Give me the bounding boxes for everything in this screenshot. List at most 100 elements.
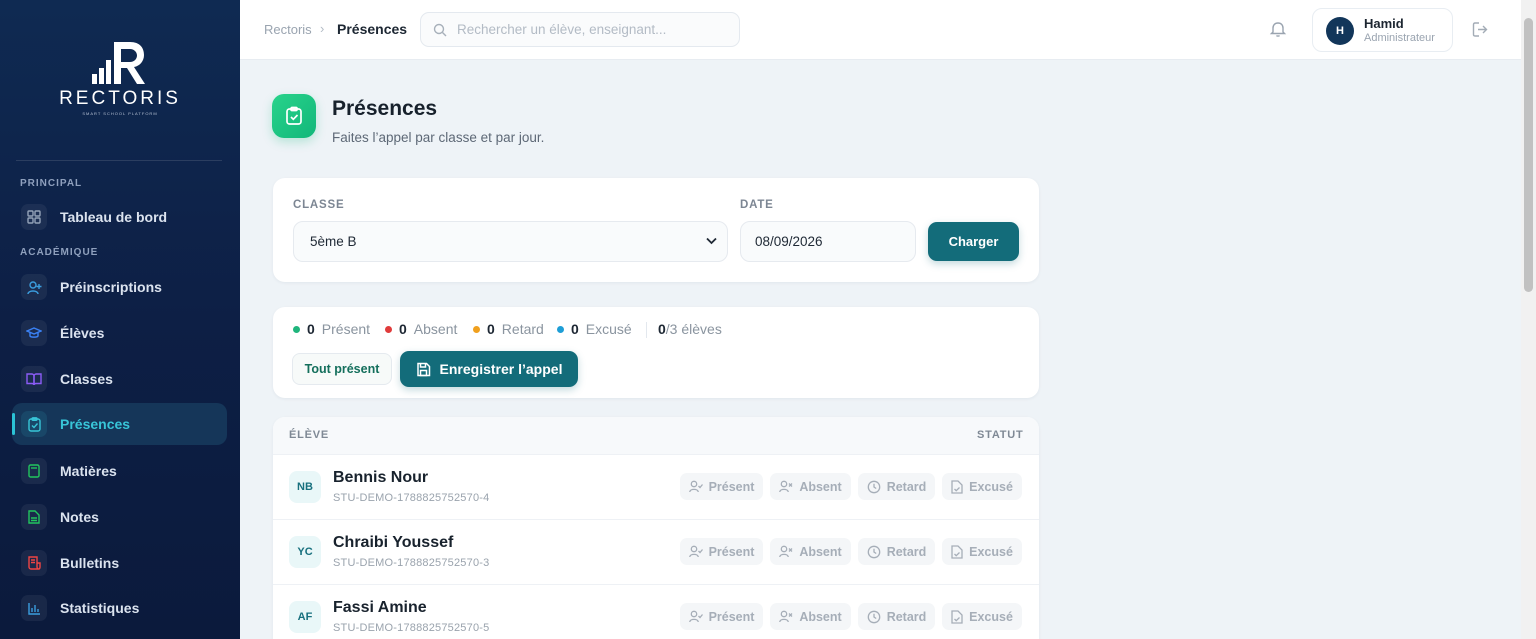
sidebar-item-label: Statistiques xyxy=(60,600,140,616)
status-label: Retard xyxy=(886,609,927,624)
status-late-button[interactable]: Retard xyxy=(858,603,935,630)
topbar: Rectoris › Présences H Hamid Administrat… xyxy=(240,0,1521,60)
stat-absent: 0 Absent xyxy=(385,321,457,337)
sidebar-item-bulletins[interactable]: Bulletins xyxy=(12,542,227,584)
status-present-button[interactable]: Présent xyxy=(680,538,763,565)
file-check-icon xyxy=(951,544,963,559)
stat-total: 0 /3 élèves xyxy=(658,321,722,337)
date-input[interactable]: 08/09/2026 xyxy=(740,221,916,262)
receipt-icon xyxy=(21,550,47,576)
sidebar-item-notes[interactable]: Notes xyxy=(12,496,227,538)
page-subtitle: Faites l’appel par classe et par jour. xyxy=(332,130,545,145)
status-present-button[interactable]: Présent xyxy=(680,603,763,630)
student-initials: NB xyxy=(289,471,321,503)
book-open-icon xyxy=(21,366,47,392)
scrollbar-thumb[interactable] xyxy=(1524,18,1533,292)
user-menu[interactable]: H Hamid Administrateur xyxy=(1312,8,1453,52)
sidebar-item-matieres[interactable]: Matières xyxy=(12,450,227,492)
row-divider xyxy=(273,584,1039,585)
col-header-student: ÉLÈVE xyxy=(289,429,330,441)
user-check-icon xyxy=(688,480,703,493)
status-present-button[interactable]: Présent xyxy=(680,473,763,500)
clock-icon xyxy=(867,610,881,623)
logout-icon[interactable] xyxy=(1472,21,1489,38)
sidebar-item-eleves[interactable]: Élèves xyxy=(12,312,227,354)
sidebar-item-label: Classes xyxy=(60,371,113,387)
late-label: Retard xyxy=(501,321,544,337)
section-principal: PRINCIPAL xyxy=(20,178,83,189)
student-initials: AF xyxy=(289,601,321,633)
sidebar-item-label: Notes xyxy=(60,509,99,525)
status-label: Retard xyxy=(886,479,927,494)
search-box[interactable] xyxy=(420,12,740,47)
file-check-icon xyxy=(951,609,963,624)
student-initials: YC xyxy=(289,536,321,568)
status-excused-button[interactable]: Excusé xyxy=(942,538,1022,565)
class-select[interactable]: 5ème B xyxy=(293,221,728,262)
late-dot xyxy=(473,325,480,333)
status-absent-button[interactable]: Absent xyxy=(770,603,851,630)
breadcrumb-root[interactable]: Rectoris xyxy=(264,22,312,37)
total-text: /3 élèves xyxy=(665,321,722,337)
excused-label: Excusé xyxy=(585,321,632,337)
col-header-status: STATUT xyxy=(977,429,1024,441)
breadcrumb-separator: › xyxy=(320,21,325,36)
graduation-cap-icon xyxy=(21,320,47,346)
status-late-button[interactable]: Retard xyxy=(858,538,935,565)
save-attendance-label: Enregistrer l’appel xyxy=(439,361,563,377)
user-check-icon xyxy=(688,545,703,558)
sidebar-item-statistiques[interactable]: Statistiques xyxy=(12,587,227,629)
stat-late: 0 Retard xyxy=(473,321,544,337)
brand-logo[interactable]: RECTORIS SMART SCHOOL PLATFORM xyxy=(0,38,240,122)
sidebar-item-label: Élèves xyxy=(60,325,105,341)
sidebar-item-dashboard[interactable]: Tableau de bord xyxy=(12,196,227,238)
row-divider xyxy=(273,454,1039,455)
absent-count: 0 xyxy=(399,321,407,337)
sidebar-item-label: Tableau de bord xyxy=(60,209,168,225)
avatar: H xyxy=(1326,17,1354,45)
logo-mark-icon xyxy=(92,42,145,84)
status-late-button[interactable]: Retard xyxy=(858,473,935,500)
clipboard-check-icon xyxy=(21,411,47,437)
brand-tagline: SMART SCHOOL PLATFORM xyxy=(82,111,158,116)
dashboard-icon xyxy=(21,204,47,230)
load-button[interactable]: Charger xyxy=(928,222,1019,261)
status-absent-button[interactable]: Absent xyxy=(770,473,851,500)
save-attendance-button[interactable]: Enregistrer l’appel xyxy=(400,351,578,387)
brand-name: RECTORIS xyxy=(59,88,181,109)
status-label: Absent xyxy=(799,609,842,624)
sidebar-item-label: Préinscriptions xyxy=(60,279,162,295)
present-count: 0 xyxy=(307,321,315,337)
present-label: Présent xyxy=(321,321,371,337)
section-academique: ACADÉMIQUE xyxy=(20,247,99,258)
status-label: Retard xyxy=(886,544,927,559)
status-excused-button[interactable]: Excusé xyxy=(942,603,1022,630)
user-plus-icon xyxy=(21,274,47,300)
search-input[interactable] xyxy=(457,13,732,46)
bell-icon[interactable] xyxy=(1269,20,1287,38)
sidebar-item-classes[interactable]: Classes xyxy=(12,358,227,400)
user-name: Hamid xyxy=(1364,16,1404,31)
sidebar-item-label: Bulletins xyxy=(60,555,120,571)
all-present-button[interactable]: Tout présent xyxy=(292,353,392,385)
row-divider xyxy=(273,519,1039,520)
late-count: 0 xyxy=(487,321,495,337)
save-icon xyxy=(416,362,430,376)
user-x-icon xyxy=(779,610,793,623)
user-x-icon xyxy=(779,480,793,493)
status-excused-button[interactable]: Excusé xyxy=(942,473,1022,500)
student-name: Bennis Nour xyxy=(333,469,429,486)
student-id: STU-DEMO-1788825752570-4 xyxy=(333,492,490,504)
status-absent-button[interactable]: Absent xyxy=(770,538,851,565)
status-label: Excusé xyxy=(969,609,1013,624)
present-dot xyxy=(293,325,300,333)
sidebar-item-presences[interactable]: Présences xyxy=(12,403,227,445)
page-icon xyxy=(272,94,316,138)
user-role: Administrateur xyxy=(1364,32,1435,44)
stat-present: 0 Présent xyxy=(293,321,370,337)
file-text-icon xyxy=(21,504,47,530)
sidebar-item-preinscriptions[interactable]: Préinscriptions xyxy=(12,266,227,308)
marked-count: 0 xyxy=(658,321,666,337)
excused-count: 0 xyxy=(571,321,579,337)
file-check-icon xyxy=(951,479,963,494)
